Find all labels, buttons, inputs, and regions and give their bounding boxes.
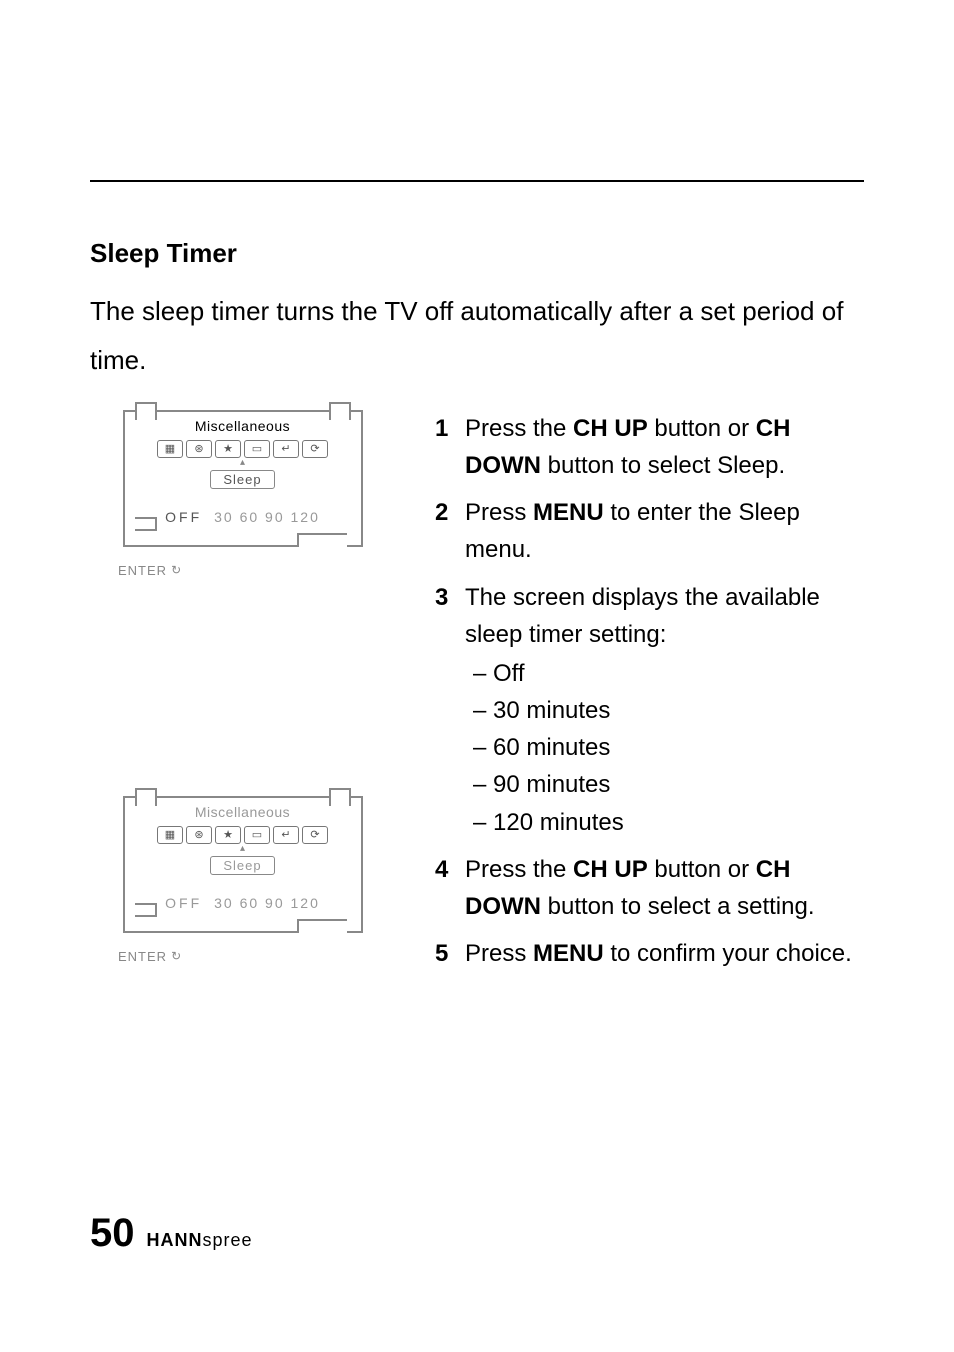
step-body: Press the CH UP button or CH DOWN button…	[465, 851, 864, 925]
osd-option-values: 30 60 90 120	[214, 509, 320, 525]
osd-box: Miscellaneous ▦ ⊛ ★ ▭ ↵ ⟳ ▴ Sleep OFF30	[123, 796, 363, 933]
osd-tab-icon: ⟳	[302, 826, 328, 844]
right-column: 1 Press the CH UP button or CH DOWN butt…	[435, 410, 864, 983]
header-rule	[90, 180, 864, 182]
osd-label-row: Sleep	[125, 852, 361, 879]
list-item: 5 Press MENU to confirm your choice.	[435, 935, 864, 972]
section-intro: The sleep timer turns the TV off automat…	[90, 287, 864, 386]
osd-tab-icon: ⊛	[186, 826, 212, 844]
button-ref: CH UP	[573, 415, 648, 442]
option-item: 30 minutes	[465, 692, 864, 729]
osd-corner-notch	[297, 919, 347, 933]
osd-tab-icon: ▭	[244, 826, 270, 844]
left-column: Miscellaneous ▦ ⊛ ★ ▭ ↵ ⟳ ▴ Sleep OFF30	[90, 410, 395, 983]
text: button or	[648, 856, 756, 883]
osd-enter-label: ENTER ↻	[118, 949, 395, 964]
osd-option-off: OFF	[165, 895, 202, 911]
enter-text: ENTER	[118, 563, 167, 578]
page-number: 50	[90, 1211, 135, 1256]
brand-bold: HANN	[147, 1230, 203, 1250]
page-content: Sleep Timer The sleep timer turns the TV…	[90, 238, 864, 982]
option-item: 90 minutes	[465, 766, 864, 803]
step-body: Press MENU to enter the Sleep menu.	[465, 494, 864, 568]
enter-loop-icon: ↻	[171, 949, 182, 963]
brand-logo: HANNspree	[147, 1230, 253, 1251]
osd-diagram-2: Miscellaneous ▦ ⊛ ★ ▭ ↵ ⟳ ▴ Sleep OFF30	[90, 796, 395, 964]
step-number: 5	[435, 935, 465, 972]
osd-option-off: OFF	[165, 509, 202, 525]
step-body: Press the CH UP button or CH DOWN button…	[465, 410, 864, 484]
osd-title: Miscellaneous	[125, 412, 361, 438]
page-footer: 50 HANNspree	[90, 1211, 253, 1256]
option-item: 60 minutes	[465, 729, 864, 766]
text: button to select Sleep.	[541, 452, 785, 479]
list-item: 1 Press the CH UP button or CH DOWN butt…	[435, 410, 864, 484]
osd-tab-icon: ▦	[157, 440, 183, 458]
text: Press	[465, 499, 533, 526]
osd-tab-icon: ↵	[273, 826, 299, 844]
list-item: 3 The screen displays the available slee…	[435, 579, 864, 841]
step-body: The screen displays the available sleep …	[465, 579, 864, 841]
text: to confirm your choice.	[604, 940, 852, 967]
osd-tab-icon: ⊛	[186, 440, 212, 458]
osd-corner-notch	[297, 533, 347, 547]
osd-diagram-1: Miscellaneous ▦ ⊛ ★ ▭ ↵ ⟳ ▴ Sleep OFF30	[90, 410, 395, 578]
button-ref: MENU	[533, 940, 604, 967]
button-ref: MENU	[533, 499, 604, 526]
osd-selected-item: Sleep	[210, 856, 274, 875]
text: Press the	[465, 856, 573, 883]
list-item: 2 Press MENU to enter the Sleep menu.	[435, 494, 864, 568]
osd-tab-icon: ▭	[244, 440, 270, 458]
step-number: 1	[435, 410, 465, 484]
osd-selected-item: Sleep	[210, 470, 274, 489]
enter-text: ENTER	[118, 949, 167, 964]
step-number: 4	[435, 851, 465, 925]
option-list: Off 30 minutes 60 minutes 90 minutes 120…	[465, 655, 864, 841]
enter-loop-icon: ↻	[171, 563, 182, 577]
section-title: Sleep Timer	[90, 238, 864, 269]
step-body: Press MENU to confirm your choice.	[465, 935, 864, 972]
osd-tab-icon: ↵	[273, 440, 299, 458]
two-column-layout: Miscellaneous ▦ ⊛ ★ ▭ ↵ ⟳ ▴ Sleep OFF30	[90, 410, 864, 983]
osd-box: Miscellaneous ▦ ⊛ ★ ▭ ↵ ⟳ ▴ Sleep OFF30	[123, 410, 363, 547]
instruction-list: 1 Press the CH UP button or CH DOWN butt…	[435, 410, 864, 973]
osd-corner-notch	[135, 903, 157, 917]
osd-title: Miscellaneous	[125, 798, 361, 824]
osd-tab-icon: ▦	[157, 826, 183, 844]
list-item: 4 Press the CH UP button or CH DOWN butt…	[435, 851, 864, 925]
option-item: Off	[465, 655, 864, 692]
text: The screen displays the available sleep …	[465, 584, 820, 648]
osd-label-row: Sleep	[125, 466, 361, 493]
osd-tab-icon: ★	[215, 440, 241, 458]
osd-option-values: 30 60 90 120	[214, 895, 320, 911]
step-number: 2	[435, 494, 465, 568]
osd-tab-icon: ★	[215, 826, 241, 844]
text: button or	[648, 415, 756, 442]
option-item: 120 minutes	[465, 804, 864, 841]
text: button to select a setting.	[541, 893, 815, 920]
step-number: 3	[435, 579, 465, 841]
text: Press the	[465, 415, 573, 442]
button-ref: CH UP	[573, 856, 648, 883]
osd-enter-label: ENTER ↻	[118, 563, 395, 578]
osd-tab-icon: ⟳	[302, 440, 328, 458]
text: Press	[465, 940, 533, 967]
osd-corner-notch	[135, 517, 157, 531]
brand-light: spree	[203, 1230, 253, 1250]
